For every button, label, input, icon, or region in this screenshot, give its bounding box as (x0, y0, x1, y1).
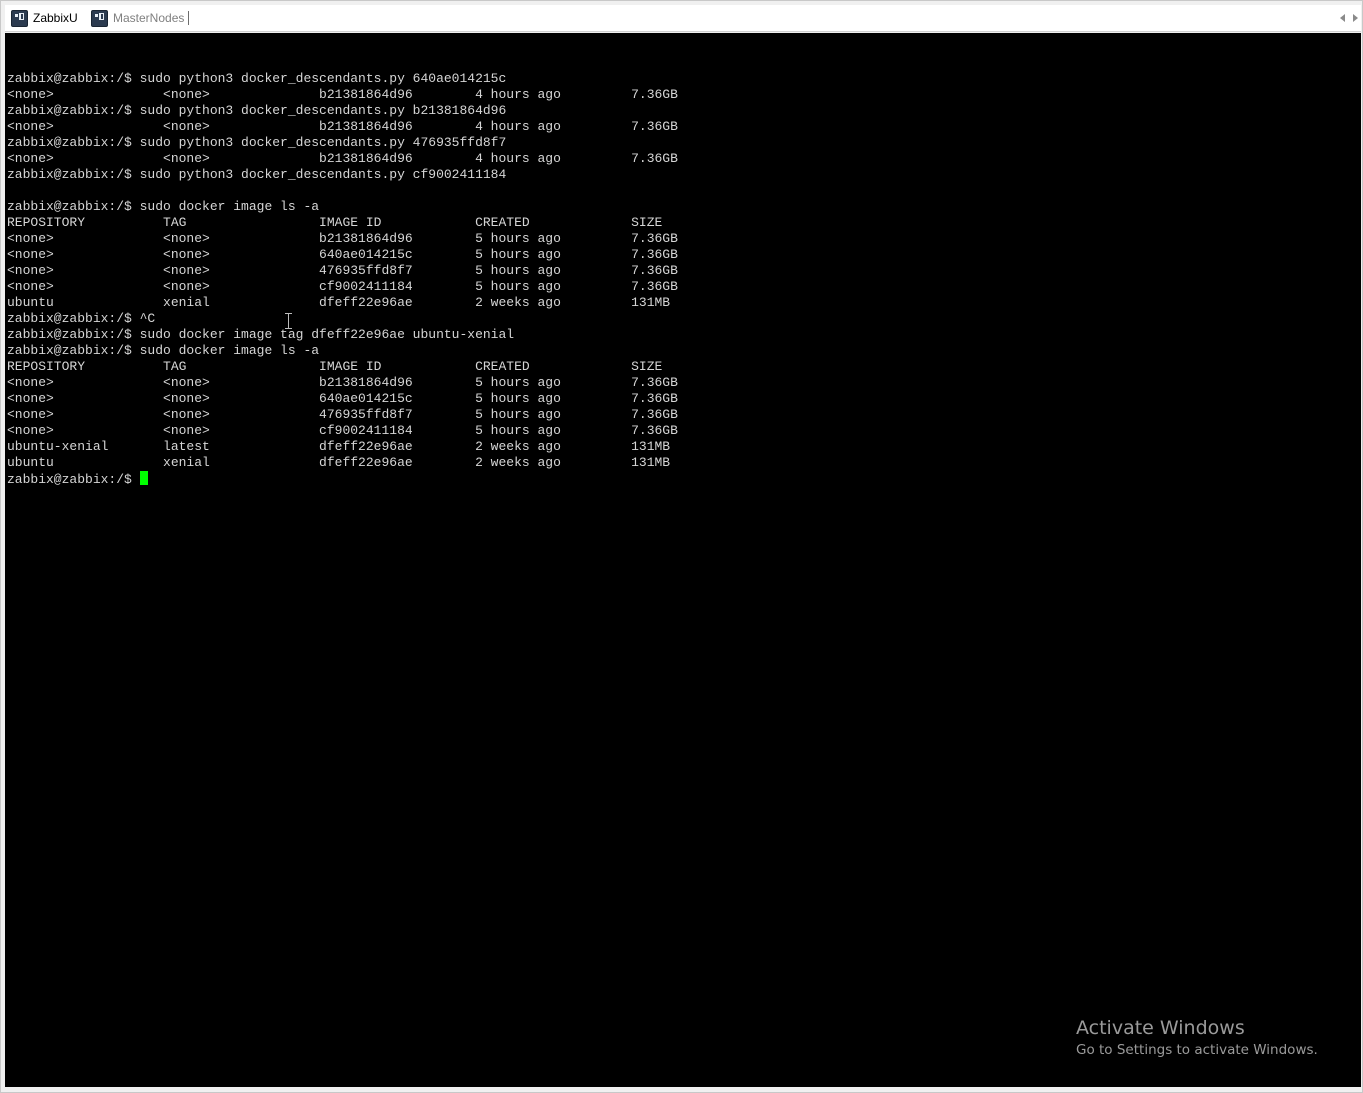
watermark-title: Activate Windows (1076, 1017, 1245, 1039)
terminal-prompt: zabbix@zabbix:/$ (7, 472, 140, 487)
tab-divider (188, 11, 189, 25)
tab-label: MasterNodes (113, 11, 185, 25)
terminal-window: ZabbixU MasterNodes zabbix@zabbix:/$ sud… (0, 0, 1363, 1093)
terminal-line: <none> <none> 476935ffd8f7 5 hours ago 7… (7, 263, 678, 278)
terminal-line: <none> <none> 476935ffd8f7 5 hours ago 7… (7, 407, 678, 422)
chevron-right-icon[interactable] (1353, 14, 1358, 22)
tab-masternodes[interactable]: MasterNodes (91, 7, 184, 29)
terminal-line: <none> <none> cf9002411184 5 hours ago 7… (7, 423, 678, 438)
terminal-line: zabbix@zabbix:/$ sudo python3 docker_des… (7, 167, 507, 182)
chevron-left-icon[interactable] (1340, 14, 1345, 22)
terminal-line: REPOSITORY TAG IMAGE ID CREATED SIZE (7, 359, 663, 374)
terminal-line: zabbix@zabbix:/$ sudo python3 docker_des… (7, 71, 507, 86)
terminal-line: <none> <none> b21381864d96 4 hours ago 7… (7, 119, 678, 134)
terminal-line: ubuntu xenial dfeff22e96ae 2 weeks ago 1… (7, 295, 671, 310)
text-cursor-icon (285, 313, 292, 329)
terminal-line: zabbix@zabbix:/$ sudo docker image ls -a (7, 199, 320, 214)
terminal-line: <none> <none> cf9002411184 5 hours ago 7… (7, 279, 678, 294)
putty-terminal-icon (91, 9, 108, 27)
terminal-line: zabbix@zabbix:/$ ^C (7, 311, 156, 326)
terminal-line: <none> <none> 640ae014215c 5 hours ago 7… (7, 391, 678, 406)
terminal-output: zabbix@zabbix:/$ sudo python3 docker_des… (7, 39, 678, 487)
tab-bar: ZabbixU MasterNodes (5, 5, 1361, 32)
tab-label: ZabbixU (33, 11, 78, 25)
terminal-line: <none> <none> b21381864d96 4 hours ago 7… (7, 87, 678, 102)
terminal-line: ubuntu xenial dfeff22e96ae 2 weeks ago 1… (7, 455, 671, 470)
terminal-line: zabbix@zabbix:/$ sudo python3 docker_des… (7, 103, 507, 118)
tab-zabbixu[interactable]: ZabbixU (11, 7, 78, 29)
terminal-cursor (139, 471, 148, 485)
terminal-line: <none> <none> 640ae014215c 5 hours ago 7… (7, 247, 678, 262)
terminal-line: REPOSITORY TAG IMAGE ID CREATED SIZE (7, 215, 663, 230)
terminal-line: <none> <none> b21381864d96 5 hours ago 7… (7, 375, 678, 390)
terminal-screen[interactable]: zabbix@zabbix:/$ sudo python3 docker_des… (5, 33, 1361, 1087)
terminal-line: zabbix@zabbix:/$ sudo docker image ls -a (7, 343, 320, 358)
terminal-line: <none> <none> b21381864d96 5 hours ago 7… (7, 231, 678, 246)
watermark-subtitle: Go to Settings to activate Windows. (1076, 1042, 1318, 1058)
terminal-line: ubuntu-xenial latest dfeff22e96ae 2 week… (7, 439, 671, 454)
putty-terminal-icon (11, 9, 28, 27)
terminal-line: <none> <none> b21381864d96 4 hours ago 7… (7, 151, 678, 166)
terminal-line: zabbix@zabbix:/$ sudo docker image tag d… (7, 327, 515, 342)
activate-windows-watermark: Activate Windows Go to Settings to activ… (1076, 1016, 1318, 1060)
terminal-line: zabbix@zabbix:/$ sudo python3 docker_des… (7, 135, 507, 150)
terminal-prompt-line: zabbix@zabbix:/$ (7, 471, 678, 487)
